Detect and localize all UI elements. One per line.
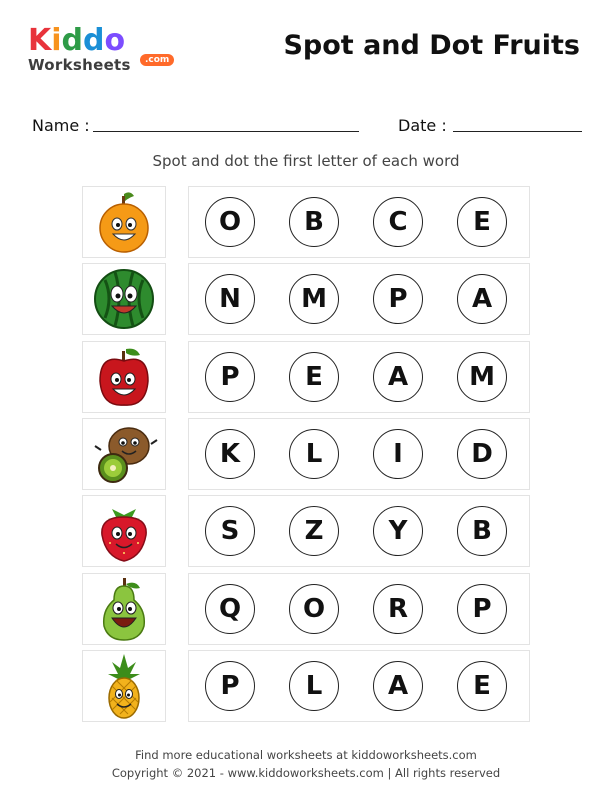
kiwi-icon: [89, 422, 159, 486]
letters-cell: PLAE: [188, 649, 530, 722]
letter-circle[interactable]: E: [457, 197, 507, 247]
worksheet-row: PEAM: [82, 340, 530, 413]
letter-circle[interactable]: A: [373, 351, 423, 402]
letter-circle[interactable]: P: [205, 351, 255, 402]
logo-letter: d: [61, 23, 84, 58]
logo-tld: .com: [140, 54, 175, 66]
name-label: Name :: [32, 116, 90, 135]
logo-letter: o: [104, 23, 126, 58]
letter-circle[interactable]: P: [457, 583, 507, 634]
letter-circle[interactable]: R: [373, 583, 423, 634]
logo-letter: K: [28, 23, 52, 58]
worksheet-row: SZYB: [82, 495, 530, 568]
letter-circle[interactable]: Y: [373, 506, 423, 557]
fruit-cell: [82, 186, 166, 258]
fruit-cell: [82, 572, 166, 645]
letter-circle[interactable]: D: [457, 428, 507, 479]
letter-circle[interactable]: L: [289, 660, 339, 711]
letter-circle[interactable]: O: [289, 583, 339, 634]
letter-circle[interactable]: M: [289, 274, 339, 325]
logo-letter: i: [51, 23, 62, 58]
letters-cell: NMPA: [188, 263, 530, 336]
letter-circle[interactable]: C: [373, 197, 423, 247]
worksheet-row: NMPA: [82, 263, 530, 336]
letter-circle[interactable]: B: [457, 506, 507, 557]
letter-circle[interactable]: Z: [289, 506, 339, 557]
worksheet-row: QORP: [82, 572, 530, 645]
letters-cell: KLID: [188, 417, 530, 490]
apple-icon: [96, 345, 152, 409]
kiddo-logo: Kiddo Worksheets .com: [28, 26, 178, 86]
worksheet-row: PLAE: [82, 649, 530, 722]
letters-cell: QORP: [188, 572, 530, 645]
letter-circle[interactable]: E: [289, 351, 339, 402]
fruit-cell: [82, 263, 166, 336]
letter-circle[interactable]: P: [205, 660, 255, 711]
letter-circle[interactable]: A: [457, 274, 507, 325]
strawberry-icon: [98, 499, 150, 563]
footer-line-2: Copyright © 2021 - www.kiddoworksheets.c…: [111, 766, 501, 780]
worksheet-row: OBCE: [82, 186, 530, 258]
watermelon-icon: [93, 268, 155, 330]
date-label: Date :: [398, 116, 447, 135]
pineapple-icon: [104, 652, 144, 720]
letter-circle[interactable]: E: [457, 660, 507, 711]
letters-cell: SZYB: [188, 495, 530, 568]
letter-circle[interactable]: I: [373, 428, 423, 479]
instruction-text: Spot and dot the first letter of each wo…: [152, 152, 460, 170]
date-line[interactable]: [453, 131, 582, 132]
letter-circle[interactable]: S: [205, 506, 255, 557]
letter-circle[interactable]: M: [457, 351, 507, 402]
footer-line-1: Find more educational worksheets at kidd…: [135, 748, 477, 762]
orange-icon: [96, 190, 152, 254]
letter-circle[interactable]: Q: [205, 583, 255, 634]
letter-circle[interactable]: A: [373, 660, 423, 711]
fruit-cell: [82, 495, 166, 568]
worksheet-row: KLID: [82, 417, 530, 490]
letter-circle[interactable]: K: [205, 428, 255, 479]
letters-cell: OBCE: [188, 186, 530, 258]
name-line[interactable]: [93, 131, 359, 132]
fruit-cell: [82, 649, 166, 722]
letter-circle[interactable]: P: [373, 274, 423, 325]
fruit-cell: [82, 340, 166, 413]
letter-circle[interactable]: O: [205, 197, 255, 247]
letter-circle[interactable]: N: [205, 274, 255, 325]
logo-letter: d: [83, 23, 105, 58]
letters-cell: PEAM: [188, 340, 530, 413]
fruit-cell: [82, 417, 166, 490]
logo-brand: Kiddo: [28, 26, 178, 56]
letter-circle[interactable]: L: [289, 428, 339, 479]
pear-icon: [98, 576, 150, 642]
letter-circle[interactable]: B: [289, 197, 339, 247]
page-title: Spot and Dot Fruits: [283, 30, 580, 61]
